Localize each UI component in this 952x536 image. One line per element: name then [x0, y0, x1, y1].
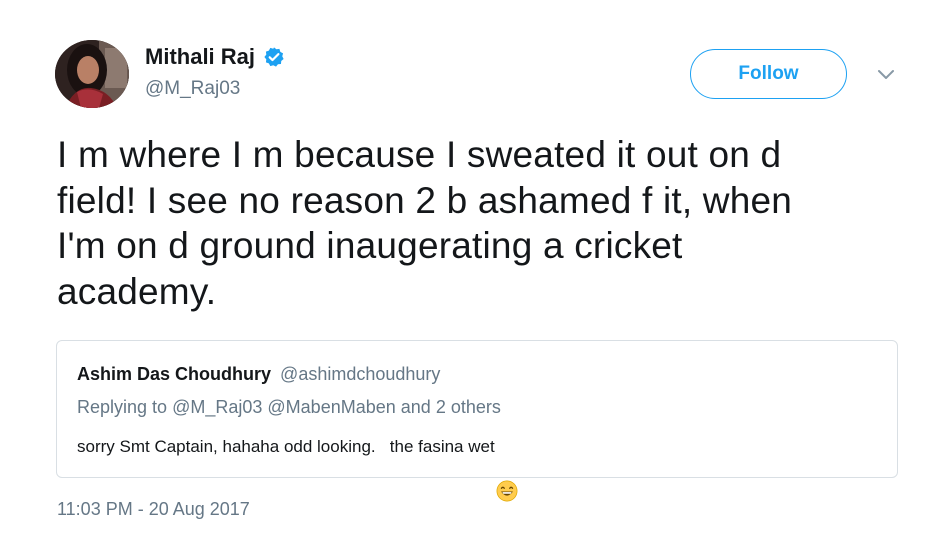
author-name-row[interactable]: Mithali Raj	[145, 44, 285, 70]
replying-to-label: Replying to	[77, 397, 168, 417]
chevron-down-icon[interactable]	[876, 68, 896, 82]
quoted-author-name[interactable]: Ashim Das Choudhury	[77, 364, 271, 384]
reply-mention-link[interactable]: @M_Raj03	[172, 397, 262, 417]
tweet-timestamp[interactable]: 11:03 PM - 20 Aug 2017	[57, 498, 250, 520]
quoted-author-handle[interactable]: @ashimdchoudhury	[280, 364, 440, 384]
quoted-tweet-body: sorry Smt Captain, hahaha odd looking. t…	[77, 436, 518, 502]
quoted-tweet[interactable]: Ashim Das Choudhury @ashimdchoudhury Rep…	[56, 340, 898, 502]
verified-badge-icon	[264, 47, 284, 67]
tweet-text: I m where I m because I sweated it out o…	[57, 132, 897, 314]
avatar-image	[55, 40, 129, 108]
tweet-text-line: I'm on d ground inaugerating a cricket	[57, 225, 683, 266]
author-handle[interactable]: @M_Raj03	[145, 78, 240, 100]
tweet-text-line: field! I see no reason 2 b ashamed f it,…	[57, 179, 793, 221]
tweet-text-line: academy.	[57, 270, 217, 312]
avatar[interactable]	[55, 40, 129, 108]
quoted-tweet-text: sorry Smt Captain, hahaha odd looking. t…	[77, 437, 495, 456]
tweet-card: Mithali Raj @M_Raj03 Follow I m where I …	[0, 0, 952, 536]
tweet-text-line: I m where I m because I sweated it out o…	[57, 134, 782, 175]
replying-to-line: Replying to @M_Raj03 @MabenMaben and 2 o…	[77, 396, 501, 418]
quoted-tweet-header: Ashim Das Choudhury @ashimdchoudhury	[77, 363, 440, 385]
follow-button[interactable]: Follow	[690, 49, 847, 99]
reply-others-link[interactable]: and 2 others	[401, 397, 501, 417]
grinning-face-icon	[496, 436, 518, 502]
reply-mention-link[interactable]: @MabenMaben	[267, 397, 395, 417]
display-name[interactable]: Mithali Raj	[145, 44, 255, 70]
